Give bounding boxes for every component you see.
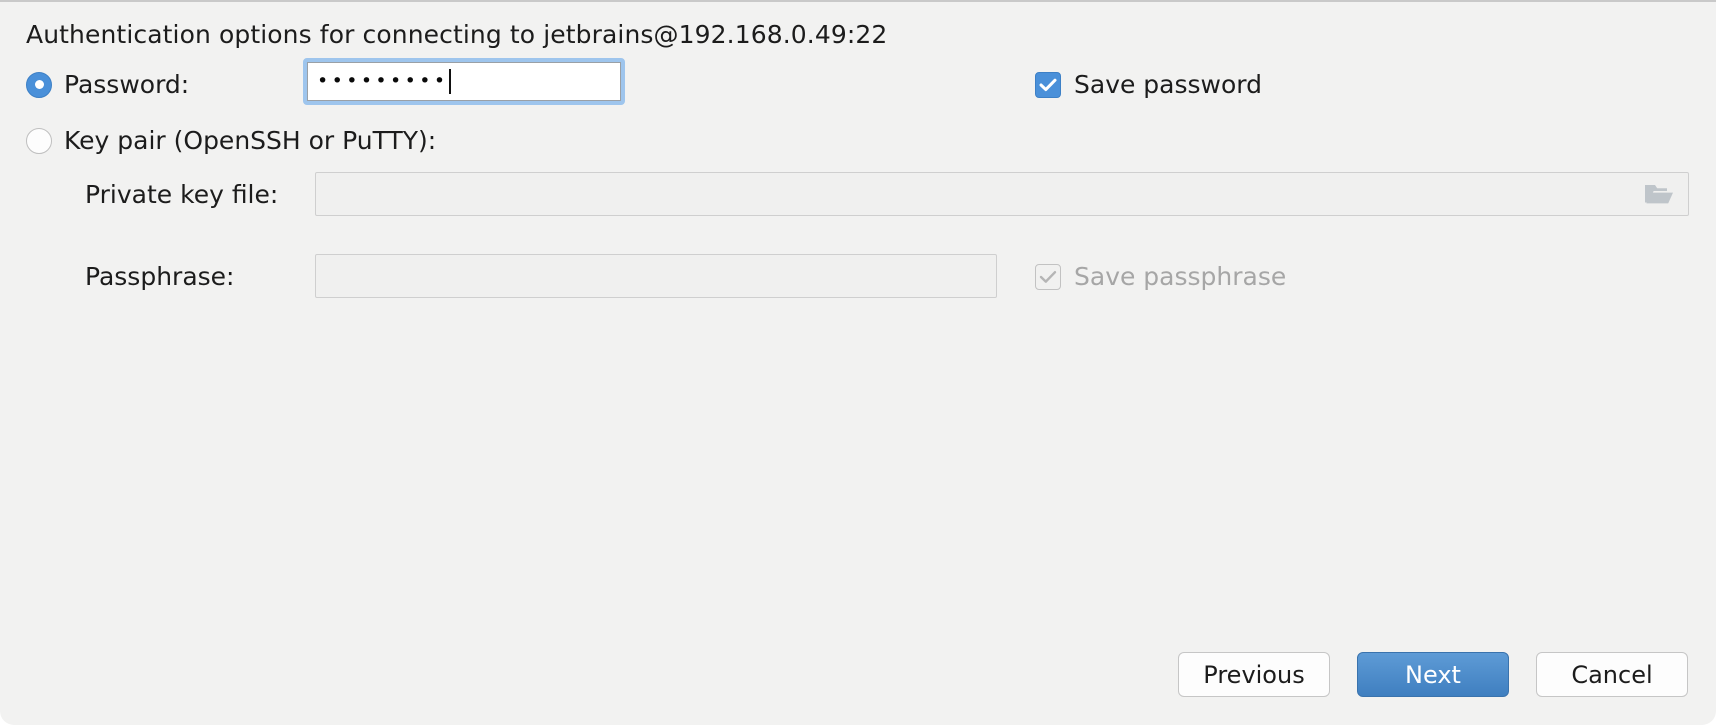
password-masked-value: •••••••••	[317, 72, 448, 91]
passphrase-label: Passphrase:	[85, 262, 234, 291]
radio-password-indicator[interactable]	[26, 72, 52, 98]
checkbox-save-password[interactable]: Save password	[1035, 70, 1262, 99]
radio-option-password[interactable]: Password:	[26, 70, 189, 99]
check-icon	[1039, 78, 1057, 92]
checkbox-save-password-label: Save password	[1074, 70, 1262, 99]
dialog-button-bar: Previous Next Cancel	[1178, 652, 1688, 697]
checkbox-save-passphrase-box	[1035, 264, 1061, 290]
text-caret	[449, 69, 451, 94]
previous-button[interactable]: Previous	[1178, 652, 1330, 697]
passphrase-input[interactable]	[315, 254, 997, 298]
authentication-options-dialog: Authentication options for connecting to…	[0, 0, 1716, 725]
password-input-focus-ring: •••••••••	[303, 58, 625, 105]
check-icon	[1039, 270, 1057, 284]
dialog-title: Authentication options for connecting to…	[26, 20, 887, 49]
radio-keypair-indicator[interactable]	[26, 128, 52, 154]
checkbox-save-password-box[interactable]	[1035, 72, 1061, 98]
cancel-button[interactable]: Cancel	[1536, 652, 1688, 697]
private-key-file-input[interactable]	[315, 172, 1689, 216]
next-button[interactable]: Next	[1357, 652, 1509, 697]
checkbox-save-passphrase: Save passphrase	[1035, 262, 1286, 291]
radio-option-keypair[interactable]: Key pair (OpenSSH or PuTTY):	[26, 126, 436, 155]
private-key-file-label: Private key file:	[85, 180, 278, 209]
password-input[interactable]: •••••••••	[307, 62, 621, 101]
radio-keypair-label: Key pair (OpenSSH or PuTTY):	[64, 126, 436, 155]
radio-password-label: Password:	[64, 70, 189, 99]
checkbox-save-passphrase-label: Save passphrase	[1074, 262, 1286, 291]
folder-open-icon[interactable]	[1644, 182, 1674, 206]
